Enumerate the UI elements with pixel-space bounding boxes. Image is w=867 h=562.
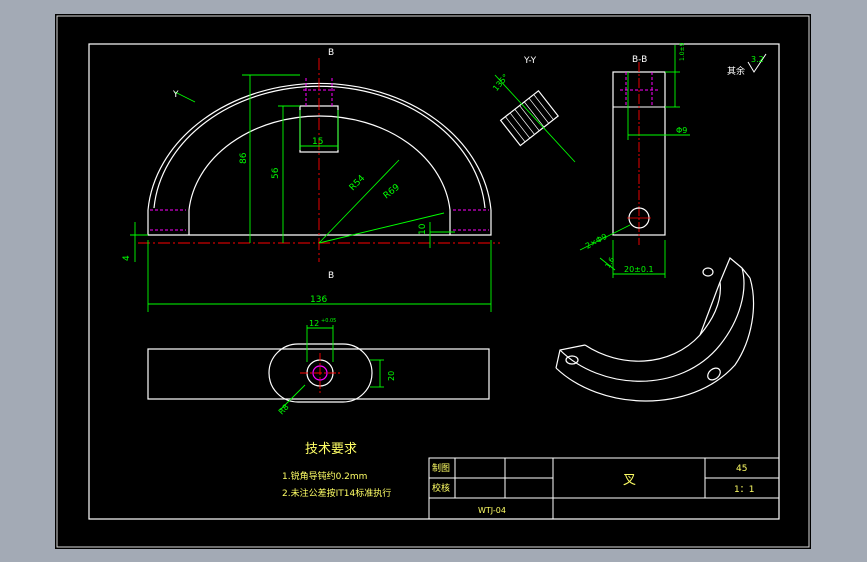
- dim-56: 56: [271, 167, 281, 179]
- dim-20: 20: [387, 371, 396, 381]
- bb-label: B-B: [632, 55, 647, 65]
- dim-20pm: 20±0.1: [624, 265, 654, 274]
- dim-136: 136: [310, 295, 327, 305]
- dim-bb-top: 1.0±9: [679, 42, 686, 61]
- dim-15: 15: [312, 137, 323, 147]
- cad-drawing-canvas: 15 56 86 R54 R69 10 4 136 B B Y 12 +0.05…: [55, 14, 811, 549]
- dim-4: 4: [122, 255, 132, 261]
- section-b-bottom: B: [328, 271, 334, 281]
- section-b-top: B: [328, 48, 334, 58]
- dim-86: 86: [239, 152, 249, 164]
- dim-09: Φ9: [676, 126, 687, 135]
- material: 45: [736, 464, 747, 474]
- tech-line-1: 1.锐角导钝约0.2mm: [282, 470, 367, 482]
- check-label: 校核: [432, 482, 450, 494]
- part-name: 叉: [623, 473, 636, 488]
- dim-10: 10: [418, 223, 428, 235]
- view-y-label: Y: [172, 90, 179, 100]
- tech-line-2: 2.未注公差按IT14标准执行: [282, 487, 391, 499]
- roughness-value: 3.2: [751, 55, 764, 64]
- dim-12-tol: +0.05: [321, 318, 336, 324]
- yy-label: Y-Y: [523, 56, 537, 66]
- tech-title: 技术要求: [305, 442, 357, 457]
- drawing-no: WTJ-04: [478, 506, 506, 515]
- drawn-label: 制图: [432, 462, 450, 474]
- dim-12: 12: [309, 319, 319, 328]
- roughness-label: 其余: [727, 65, 745, 77]
- scale: 1：1: [734, 485, 754, 495]
